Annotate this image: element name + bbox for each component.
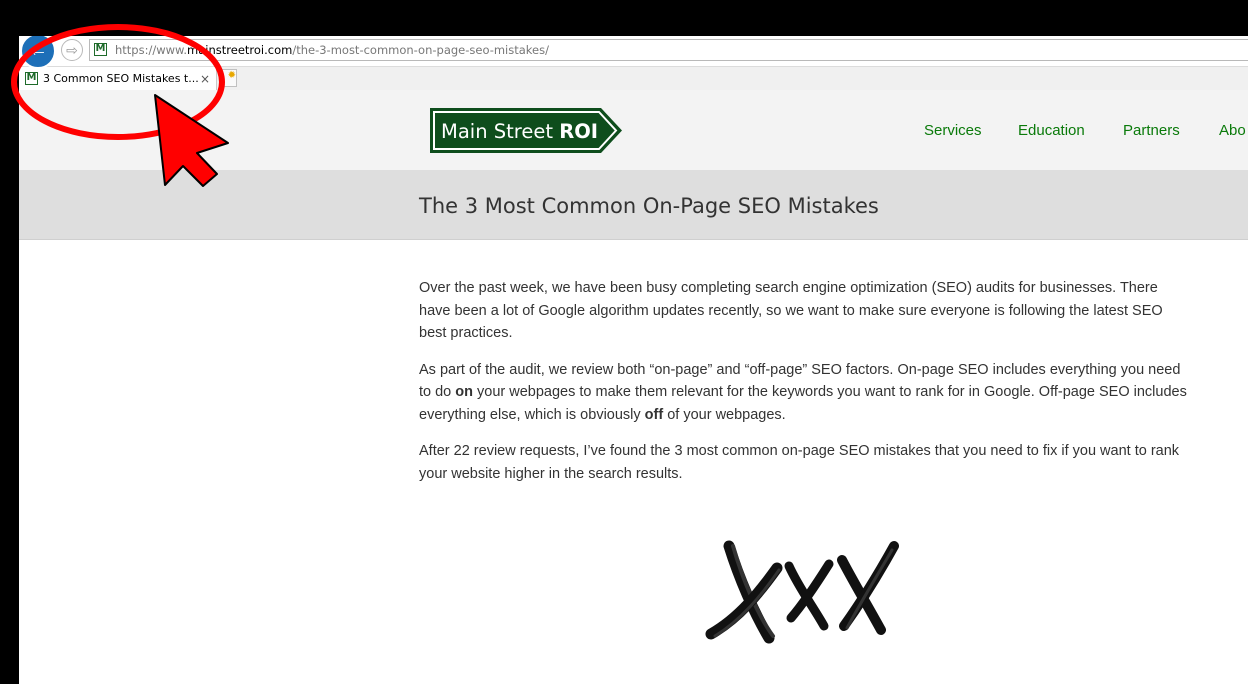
url-path: /the-3-most-common-on-page-seo-mistakes/ xyxy=(292,43,549,57)
tab-title: 3 Common SEO Mistakes t... xyxy=(43,72,199,85)
back-button[interactable]: ← xyxy=(20,36,56,69)
url-domain: mainstreetroi.com xyxy=(187,43,293,57)
article-content: Over the past week, we have been busy co… xyxy=(419,277,1189,499)
paragraph-2: As part of the audit, we review both “on… xyxy=(419,359,1189,427)
tab-active[interactable]: M 3 Common SEO Mistakes t... × xyxy=(19,67,217,91)
browser-window: ← ⇨ M https://www.mainstreetroi.com/the-… xyxy=(19,36,1248,684)
paragraph-2-bold-off: off xyxy=(644,406,664,423)
url-scheme: https://www. xyxy=(115,43,188,57)
new-tab-icon: ✹ xyxy=(227,70,236,81)
paragraph-2-text-e: of your webpages. xyxy=(663,406,786,423)
nav-services[interactable]: Services xyxy=(924,122,982,139)
site-favicon-icon: M xyxy=(94,43,107,56)
paragraph-1: Over the past week, we have been busy co… xyxy=(419,280,1163,341)
site-header: Main Street ROI Services Education Partn… xyxy=(19,90,1248,170)
xxx-brush-marks-image xyxy=(705,540,899,644)
tab-favicon-icon: M xyxy=(25,72,38,85)
nav-about[interactable]: Abo xyxy=(1219,122,1246,139)
forward-button[interactable]: ⇨ xyxy=(61,39,83,61)
forward-arrow-icon: ⇨ xyxy=(66,42,78,58)
paragraph-3: After 22 review requests, I’ve found the… xyxy=(419,443,1180,482)
tab-close-icon[interactable]: × xyxy=(200,68,210,90)
address-bar: ← ⇨ M https://www.mainstreetroi.com/the-… xyxy=(19,36,1248,69)
site-logo[interactable]: Main Street ROI xyxy=(429,107,625,155)
nav-partners[interactable]: Partners xyxy=(1123,122,1180,139)
logo-text: Main Street ROI xyxy=(441,120,598,143)
tab-bar: M 3 Common SEO Mistakes t... × ✹ xyxy=(19,67,1248,91)
url-field[interactable]: M https://www.mainstreetroi.com/the-3-mo… xyxy=(89,39,1248,61)
new-tab-button[interactable]: ✹ xyxy=(219,69,237,87)
nav-education[interactable]: Education xyxy=(1018,122,1085,139)
back-arrow-icon: ← xyxy=(28,39,48,61)
paragraph-2-bold-on: on xyxy=(455,384,473,400)
logo-text-bold: ROI xyxy=(559,120,598,143)
logo-text-regular: Main Street xyxy=(441,120,559,143)
page-title: The 3 Most Common On-Page SEO Mistakes xyxy=(419,194,879,218)
paragraph-2-text-c: your webpages to make them relevant for … xyxy=(419,384,1187,423)
page-title-band: The 3 Most Common On-Page SEO Mistakes xyxy=(19,170,1248,240)
